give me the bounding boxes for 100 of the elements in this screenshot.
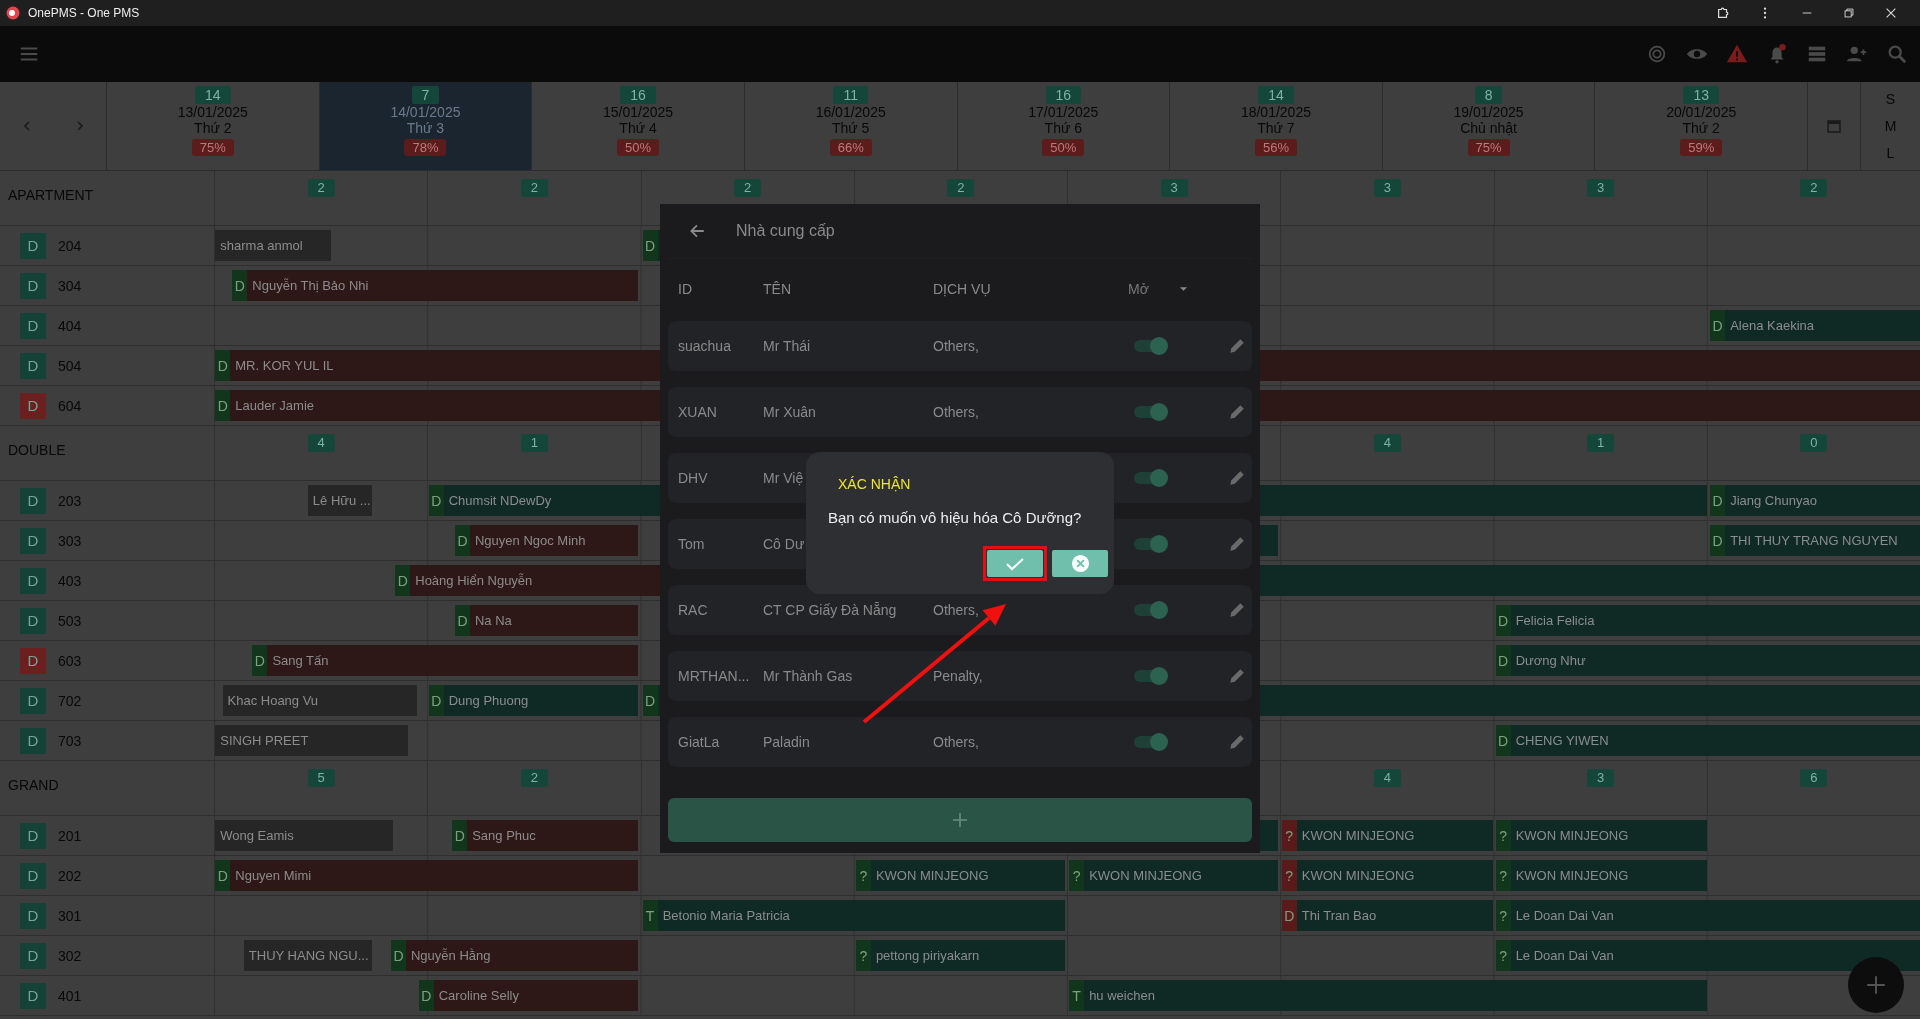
guest-name: Le Doan Dai Van xyxy=(1514,908,1614,923)
booking-status-tag: ? xyxy=(1495,820,1511,851)
column-header: TÊN xyxy=(763,281,791,297)
guest-name: Betonio Maria Patricia xyxy=(661,908,790,923)
day-date: 14/01/2025 xyxy=(390,104,461,120)
supplier-name: Mr Thành Gas xyxy=(763,668,853,684)
availability-count: 4 xyxy=(307,434,335,452)
guest-name: SINGH PREET xyxy=(219,733,309,748)
supplier-name: Mr Thái xyxy=(763,338,811,354)
supplier-name: Cô Dư xyxy=(763,536,805,552)
room-status-tag: D xyxy=(20,272,46,299)
guest-name: CHENG YIWEN xyxy=(1514,733,1609,748)
occupancy-badge: 75% xyxy=(191,139,234,156)
occupancy-badge: 66% xyxy=(829,139,872,156)
dialog-message: Bạn có muốn vô hiệu hóa Cô Dưỡng? xyxy=(828,509,1082,526)
availability-count: 3 xyxy=(1587,769,1615,787)
room-status-tag: D xyxy=(20,232,46,259)
guest-name: Wong Eamis xyxy=(219,828,294,843)
booking-status-tag: D xyxy=(215,350,231,381)
booking-status-tag: ? xyxy=(1281,860,1297,891)
supplier-name: Paladin xyxy=(763,734,810,750)
supplier-service: Others, xyxy=(933,404,979,420)
guest-name: Alena Kaekina xyxy=(1729,318,1814,333)
column-header: DỊCH VỤ xyxy=(933,281,991,297)
booking-status-tag: D xyxy=(1710,310,1726,341)
availability-count: 6 xyxy=(1800,769,1828,787)
window-title: OnePMS - One PMS xyxy=(28,6,140,20)
guest-name: KWON MINJEONG xyxy=(1300,828,1415,843)
panel-title: Nhà cung cấp xyxy=(736,222,835,240)
booking-status-tag: ? xyxy=(1281,820,1297,851)
booking-status-tag: ? xyxy=(1069,860,1085,891)
supplier-id: GiatLa xyxy=(678,734,720,750)
booking-status-tag: T xyxy=(1069,980,1085,1011)
room-status-tag: D xyxy=(20,527,46,554)
booking-status-tag: D xyxy=(1495,605,1511,636)
availability-count: 1 xyxy=(520,434,548,452)
booking-status-tag: D xyxy=(418,980,434,1011)
arrival-count: 13 xyxy=(1683,86,1719,104)
column-header: ID xyxy=(678,281,692,297)
booking-status-tag: D xyxy=(454,525,470,556)
availability-count: 3 xyxy=(1373,179,1401,197)
supplier-name: CT CP Giấy Đà Nẵng xyxy=(763,602,897,618)
supplier-name: Mr Xuân xyxy=(763,404,816,420)
booking-status-tag: ? xyxy=(855,940,871,971)
supplier-id: suachua xyxy=(678,338,731,354)
guest-name: Jiang Chunyao xyxy=(1729,493,1817,508)
supplier-id: XUAN xyxy=(678,404,717,420)
room-status-tag: D xyxy=(20,312,46,339)
booking-status-tag: D xyxy=(252,645,268,676)
booking-status-tag: D xyxy=(215,860,231,891)
occupancy-badge: 78% xyxy=(404,139,447,156)
arrival-count: 11 xyxy=(833,86,868,104)
occupancy-badge: 50% xyxy=(1042,139,1085,156)
booking-status-tag: D xyxy=(642,230,658,261)
room-status-tag: D xyxy=(20,942,46,969)
occupancy-badge: 56% xyxy=(1254,139,1297,156)
guest-name: pettong piriyakarn xyxy=(874,948,980,963)
booking-status-tag: D xyxy=(395,565,411,596)
guest-name: Dung Phuong xyxy=(447,693,529,708)
weekday: Thứ 3 xyxy=(406,120,445,136)
guest-name: THUY HANG NGU... xyxy=(247,948,369,963)
booking-status-tag: D xyxy=(391,940,406,971)
occupancy-badge: 75% xyxy=(1467,139,1510,156)
guest-name: Lauder Jamie xyxy=(234,398,315,413)
guest-name: Lê Hữu ... xyxy=(311,493,371,508)
arrival-count: 16 xyxy=(1045,86,1082,104)
booking-status-tag: D xyxy=(428,685,444,716)
supplier-name: Mr Việ xyxy=(763,470,804,486)
guest-name: Thi Tran Bao xyxy=(1300,908,1377,923)
availability-count: 1 xyxy=(1587,434,1615,452)
guest-name: Caroline Selly xyxy=(437,988,519,1003)
booking-status-tag: D xyxy=(1710,485,1726,516)
guest-name: Nguyen Ngoc Minh xyxy=(473,533,586,548)
arrival-count: 16 xyxy=(620,86,656,104)
guest-name: Nguyen Mimi xyxy=(234,868,312,883)
guest-name: hu weichen xyxy=(1088,988,1155,1003)
booking-status-tag: ? xyxy=(1495,940,1511,971)
room-status-tag: D xyxy=(20,822,46,849)
room-status-tag: D xyxy=(20,727,46,754)
booking-status-tag: D xyxy=(642,685,658,716)
supplier-service: Others, xyxy=(933,734,979,750)
availability-count: 3 xyxy=(1587,179,1615,197)
booking-status-tag: D xyxy=(428,485,444,516)
supplier-id: MRTHAN... xyxy=(678,668,750,684)
guest-name: Na Na xyxy=(473,613,512,628)
arrival-count: 14 xyxy=(1258,86,1294,104)
booking-status-tag: D xyxy=(1495,725,1511,756)
availability-count: 5 xyxy=(307,769,335,787)
room-status-tag: D xyxy=(20,567,46,594)
supplier-service: Others, xyxy=(933,338,979,354)
dialog-title: XÁC NHẬN xyxy=(837,476,911,492)
room-status-tag: D xyxy=(20,687,46,714)
availability-count: 2 xyxy=(1800,179,1828,197)
supplier-id: RAC xyxy=(678,602,708,618)
guest-name: KWON MINJEONG xyxy=(1514,828,1629,843)
availability-count: 2 xyxy=(520,179,548,197)
guest-name: MR. KOR YUL IL xyxy=(234,358,334,373)
room-status-tag: D xyxy=(20,392,46,419)
guest-name: Nguyễn Thị Bảo Nhi xyxy=(251,278,369,293)
guest-name: KWON MINJEONG xyxy=(1088,868,1202,883)
